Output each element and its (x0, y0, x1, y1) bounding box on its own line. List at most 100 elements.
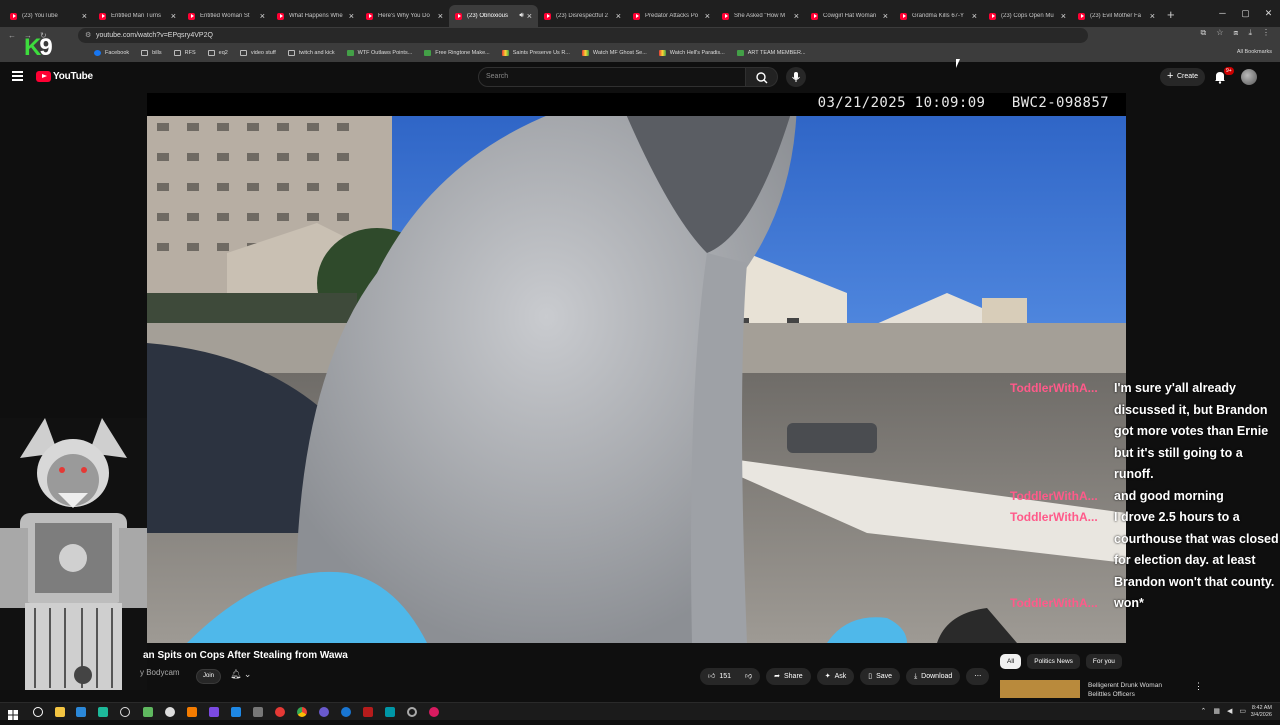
bookmark-item[interactable]: Watch MF Ghost Se... (581, 50, 647, 56)
app-icon-2[interactable] (120, 707, 130, 717)
browser-tab[interactable]: (23) Obnoxious 🔊︎ × (449, 5, 538, 27)
search-input[interactable]: Search (478, 67, 746, 87)
search-button[interactable] (746, 67, 778, 87)
extension-icon[interactable]: ⧈ (1233, 28, 1238, 38)
app-icon-9[interactable] (275, 707, 285, 717)
browser-tab[interactable]: Predator Attacks Po × (627, 5, 716, 27)
bookmark-item[interactable]: Saints Preserve Us R... (501, 50, 570, 56)
tab-audio-icon[interactable]: 🔊︎ (519, 12, 523, 20)
download-button[interactable]: ⤓ Download (906, 668, 961, 685)
app-icon-1[interactable] (98, 707, 108, 717)
bookmark-item[interactable]: RFS (173, 50, 196, 56)
app-icon-6[interactable] (209, 707, 219, 717)
channel-name[interactable]: y Bodycam (140, 668, 180, 677)
network-icon[interactable]: ▦ (1213, 707, 1220, 715)
site-info-icon[interactable]: ⚙ (85, 31, 91, 39)
app-icon-7[interactable] (231, 707, 241, 717)
battery-icon[interactable]: ▭ (1239, 707, 1246, 715)
windows-start-icon[interactable] (8, 707, 18, 720)
all-bookmarks-button[interactable]: All Bookmarks (1237, 49, 1272, 55)
browser-tab[interactable]: (23) Cops Open Mu × (983, 5, 1072, 27)
bookmark-item[interactable]: ART TEAM MEMBER... (736, 50, 806, 56)
like-button[interactable]: 👍︎ 151 👎︎ (700, 668, 761, 685)
file-explorer-icon[interactable] (55, 707, 65, 717)
browser-tab[interactable]: (23) YouTube × (4, 5, 93, 27)
new-tab-icon[interactable]: + (1167, 7, 1175, 22)
tab-close-icon[interactable]: × (616, 11, 621, 21)
browser-tab[interactable]: (23) Disrespectful 2 × (538, 5, 627, 27)
tab-close-icon[interactable]: × (705, 11, 710, 21)
app-icon-11[interactable] (341, 707, 351, 717)
close-window-icon[interactable]: ✕ (1257, 0, 1280, 27)
bookmark-item[interactable]: Facebook (94, 50, 129, 56)
tab-close-icon[interactable]: × (794, 11, 799, 21)
app-icon-4[interactable] (165, 707, 175, 717)
chrome-icon[interactable] (297, 707, 307, 717)
address-bar[interactable]: ⚙ youtube.com/watch?v=EPqsry4VP2Q (78, 28, 1088, 43)
settings-icon[interactable] (407, 707, 417, 717)
download-icon[interactable]: ⤓ (1248, 28, 1252, 38)
video-player[interactable]: 03/21/2025 10:09:09 BWC2-098857 (147, 93, 1126, 643)
maximize-icon[interactable]: ▢ (1234, 0, 1257, 27)
tab-close-icon[interactable]: × (1061, 11, 1066, 21)
bookmark-item[interactable]: Watch Hell's Paradis... (658, 50, 725, 56)
bookmark-item[interactable]: bills (141, 50, 162, 56)
install-icon[interactable]: ⧉ (1200, 28, 1206, 38)
hamburger-menu-icon[interactable] (12, 71, 23, 81)
ask-button[interactable]: ✦ Ask (816, 668, 855, 685)
app-icon-12[interactable] (363, 707, 373, 717)
browser-tab[interactable]: Entitled Woman St × (182, 5, 271, 27)
tab-close-icon[interactable]: × (438, 11, 443, 21)
tab-close-icon[interactable]: × (171, 11, 176, 21)
recommended-video-thumbnail[interactable] (1000, 680, 1080, 698)
bookmark-item[interactable]: eq2 (207, 50, 228, 56)
dislike-icon[interactable]: 👎︎ (745, 668, 752, 685)
browser-tab[interactable]: Here's Why You Do × (360, 5, 449, 27)
app-icon-13[interactable] (385, 707, 395, 717)
channel-avatar[interactable] (74, 666, 92, 684)
browser-tab[interactable]: She Asked "How M × (716, 5, 805, 27)
tab-close-icon[interactable]: × (82, 11, 87, 21)
browser-tab[interactable]: Cowgirl Hat Woman × (805, 5, 894, 27)
bookmark-item[interactable]: WTF Outlaws Points... (346, 50, 412, 56)
more-actions-button[interactable]: ⋯ (966, 668, 990, 685)
app-icon-5[interactable] (187, 707, 197, 717)
recommended-more-icon[interactable]: ⋮ (1194, 681, 1203, 692)
app-icon-3[interactable] (143, 707, 153, 717)
menu-icon[interactable]: ⋮ (1262, 28, 1270, 38)
bookmark-star-icon[interactable]: ☆ (1216, 28, 1223, 38)
join-button[interactable]: Join (196, 669, 221, 684)
subscription-bell-icon[interactable]: 🔔︎ ⌄ (230, 669, 251, 680)
app-icon-8[interactable] (253, 707, 263, 717)
browser-tab[interactable]: Entitled Man Turns × (93, 5, 182, 27)
bookmark-item[interactable]: twitch and kick (287, 50, 335, 56)
app-icon-14[interactable] (429, 707, 439, 717)
recommended-video-title[interactable]: Belligerent Drunk Woman Belittles Office… (1088, 681, 1183, 699)
create-button[interactable]: Create (1160, 67, 1205, 86)
voice-search-button[interactable] (786, 67, 806, 87)
browser-tab[interactable]: (23) Evil Mother Fa × (1072, 5, 1161, 27)
back-icon[interactable]: ← (8, 31, 16, 40)
taskbar-clock[interactable]: 8:42 AM 3/4/2026 (1251, 705, 1272, 719)
minimize-icon[interactable]: ─ (1211, 0, 1234, 27)
tab-close-icon[interactable]: × (527, 11, 532, 21)
filter-chip[interactable]: All (1000, 654, 1022, 669)
bookmark-item[interactable]: Free Ringtone Make... (424, 50, 490, 56)
mail-icon[interactable] (76, 707, 86, 717)
taskbar-search-icon[interactable] (33, 707, 43, 717)
save-button[interactable]: ▯ Save (860, 668, 901, 685)
bookmark-item[interactable]: video stuff (239, 50, 276, 56)
share-button[interactable]: ➦ Share (766, 668, 811, 685)
filter-chip[interactable]: Politics News (1027, 654, 1080, 669)
tab-close-icon[interactable]: × (972, 11, 977, 21)
tab-close-icon[interactable]: × (260, 11, 265, 21)
volume-icon[interactable]: ◀︎ (1227, 707, 1232, 715)
tray-chevron-icon[interactable]: ⌃ (1200, 707, 1206, 715)
account-avatar[interactable] (1241, 69, 1257, 85)
tab-close-icon[interactable]: × (349, 11, 354, 21)
app-icon-10[interactable] (319, 707, 329, 717)
tab-close-icon[interactable]: × (883, 11, 888, 21)
browser-tab[interactable]: What Happens Whe × (271, 5, 360, 27)
browser-tab[interactable]: Grandma Kills 67-Y × (894, 5, 983, 27)
tab-close-icon[interactable]: × (1150, 11, 1155, 21)
